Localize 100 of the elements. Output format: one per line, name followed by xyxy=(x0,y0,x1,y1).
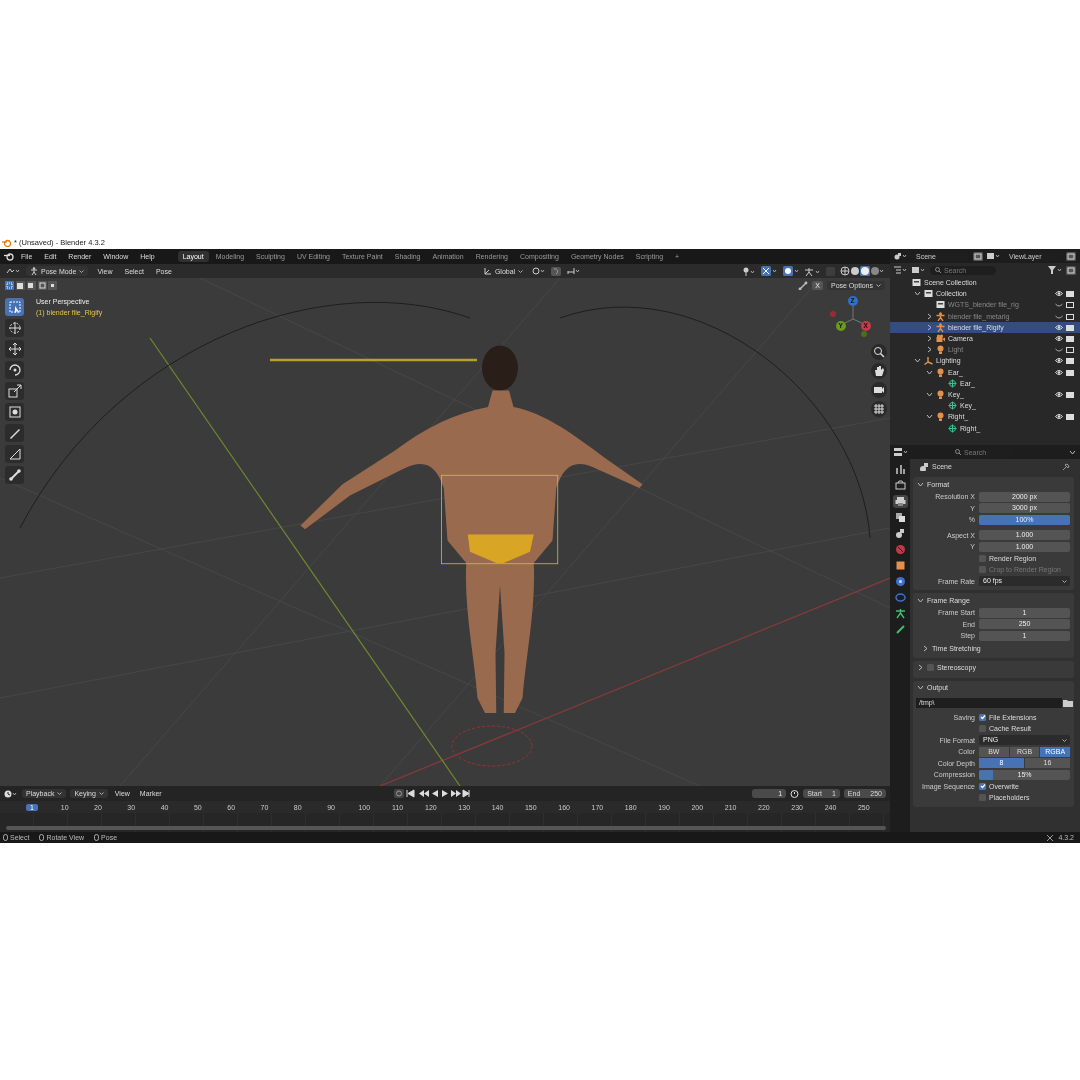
gizmo-toggle-icon[interactable] xyxy=(761,266,778,276)
light-data-icon xyxy=(948,423,957,433)
snap-icon[interactable] xyxy=(551,266,562,276)
view-layer-icon xyxy=(894,512,906,523)
camera-icon xyxy=(873,384,885,396)
folder-icon[interactable] xyxy=(1062,698,1074,708)
caret-icon xyxy=(57,791,63,796)
select-tool-button[interactable] xyxy=(5,298,24,316)
light-data-icon xyxy=(948,378,957,388)
render-camera-icon[interactable] xyxy=(1066,390,1074,398)
camera-icon xyxy=(936,334,945,344)
light-bulb-icon xyxy=(936,367,945,377)
physics-icon xyxy=(894,576,906,587)
cursor-tool-button[interactable] xyxy=(5,319,24,337)
eye-icon[interactable] xyxy=(1055,290,1063,298)
cursor-icon xyxy=(7,321,22,335)
visibility-icon[interactable] xyxy=(742,266,756,276)
blender-logo-icon[interactable] xyxy=(4,252,14,261)
move-icon xyxy=(7,342,22,356)
transform-tool-button[interactable] xyxy=(5,403,24,421)
display-mode-icon[interactable] xyxy=(894,266,908,274)
chevron-icon[interactable] xyxy=(917,480,924,488)
options-caret-icon[interactable] xyxy=(1069,448,1076,456)
new-scene-icon[interactable] xyxy=(973,251,983,261)
bone-figure-icon[interactable] xyxy=(805,266,821,276)
collection-icon xyxy=(912,278,921,288)
output-tab[interactable] xyxy=(892,495,908,508)
filter-icon[interactable] xyxy=(1048,265,1062,274)
armature-icon xyxy=(936,322,945,332)
editor-type-icon[interactable] xyxy=(6,267,20,275)
scrollbar[interactable] xyxy=(6,826,886,830)
properties-editor-icon[interactable] xyxy=(894,448,908,456)
mouse-icon xyxy=(3,834,8,841)
view-layer-icon[interactable] xyxy=(912,266,926,274)
render-icon xyxy=(894,480,906,491)
pin-icon[interactable] xyxy=(1062,462,1070,471)
object-icon xyxy=(894,560,906,571)
stopwatch-icon[interactable] xyxy=(790,789,800,798)
scene-icon xyxy=(894,528,906,539)
pose-icon xyxy=(30,267,38,275)
new-layer-icon[interactable] xyxy=(1066,251,1076,261)
move-tool-button[interactable] xyxy=(5,340,24,358)
caret-icon xyxy=(1062,737,1067,743)
caret-icon xyxy=(79,268,85,274)
bone-icon xyxy=(7,468,22,482)
chevron-icon[interactable] xyxy=(917,596,924,604)
light-bulb-icon xyxy=(936,389,945,399)
light-bulb-icon xyxy=(936,412,945,422)
checkbox[interactable] xyxy=(927,664,934,671)
select-icon xyxy=(7,300,22,314)
scale-icon xyxy=(7,384,22,398)
proportional-icon[interactable] xyxy=(567,267,582,275)
data-icon xyxy=(894,608,906,619)
new-collection-icon[interactable] xyxy=(1066,265,1076,275)
zoom-icon xyxy=(873,346,885,358)
disclosure-icon[interactable] xyxy=(914,290,921,298)
measure-icon xyxy=(7,447,22,461)
scale-tool-button[interactable] xyxy=(5,382,24,400)
disclosure-icon[interactable] xyxy=(926,413,933,421)
layers-icon[interactable] xyxy=(987,252,1001,260)
eye-icon[interactable] xyxy=(1055,323,1063,331)
playback-controls[interactable] xyxy=(405,789,470,798)
light-bulb-icon xyxy=(936,345,945,355)
render-tab[interactable] xyxy=(892,479,908,492)
constraints-icon xyxy=(894,592,906,603)
eye-icon[interactable] xyxy=(1055,390,1063,398)
chevron-icon[interactable] xyxy=(922,644,929,652)
shading-modes-icon[interactable] xyxy=(840,266,884,276)
clock-editor-icon[interactable] xyxy=(4,789,18,798)
caret-icon xyxy=(876,283,881,288)
pivot-icon[interactable] xyxy=(532,267,546,275)
grid-icon xyxy=(873,403,885,415)
armature-icon xyxy=(936,311,945,321)
annotate-tool-button[interactable] xyxy=(5,424,24,442)
chevron-icon[interactable] xyxy=(917,664,924,671)
checkmark-icon xyxy=(979,783,986,789)
overlay-toggle-icon[interactable] xyxy=(783,266,800,276)
hand-icon xyxy=(873,365,885,377)
eye-icon[interactable] xyxy=(1055,335,1063,343)
render-camera-icon[interactable] xyxy=(1066,413,1074,421)
bone-options-icon[interactable] xyxy=(798,281,809,290)
eye-icon[interactable] xyxy=(1055,413,1063,421)
record-icon[interactable] xyxy=(393,789,404,798)
scene-icon[interactable] xyxy=(894,252,908,260)
rotate-icon xyxy=(7,363,22,377)
search-icon xyxy=(935,267,941,273)
bone-icon xyxy=(894,624,906,635)
measure-tool-button[interactable] xyxy=(5,445,24,463)
eye-icon[interactable] xyxy=(1055,357,1063,365)
mouse-icon xyxy=(39,834,45,841)
closed-eye-icon[interactable] xyxy=(1055,346,1063,354)
rotate-tool-button[interactable] xyxy=(5,361,24,379)
eye-icon[interactable] xyxy=(1055,368,1063,376)
chevron-icon[interactable] xyxy=(917,684,924,691)
collection-icon xyxy=(924,289,933,299)
constraints-tab[interactable] xyxy=(892,591,908,604)
disclosure-icon[interactable] xyxy=(926,390,933,398)
collection-icon xyxy=(936,300,945,310)
bone-tool-button[interactable] xyxy=(5,466,24,484)
selection-mode-icons[interactable] xyxy=(5,281,57,290)
